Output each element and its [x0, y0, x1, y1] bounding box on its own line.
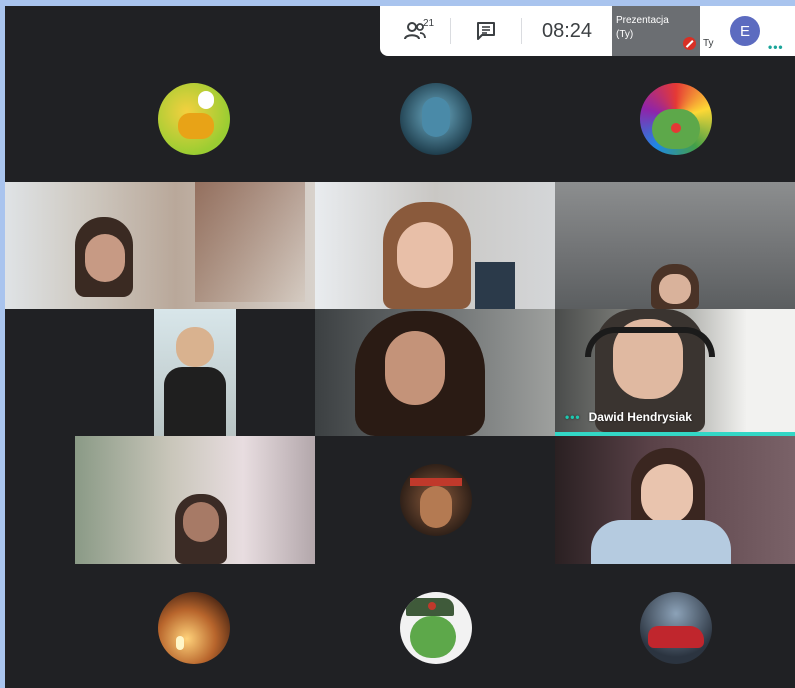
participant-video-tile[interactable] [315, 182, 555, 309]
participant-video-tile[interactable] [555, 182, 795, 309]
participant-name: Dawid Hendrysiak [588, 410, 692, 424]
video-feed [154, 309, 236, 436]
red-car-avatar [640, 592, 712, 664]
blurred-object [195, 182, 305, 302]
participant-face [85, 234, 125, 282]
more-options-icon[interactable]: ••• [768, 40, 784, 54]
participant-face [183, 502, 219, 542]
chat-button[interactable] [451, 6, 521, 56]
participant-video-tile[interactable] [315, 309, 555, 436]
window-left-edge [0, 0, 5, 688]
self-tile[interactable]: Ty E ••• [700, 6, 790, 56]
participant-tile[interactable] [555, 56, 795, 182]
participant-tile[interactable] [315, 436, 555, 564]
presentation-tile[interactable]: Prezentacja (Ty) [612, 6, 700, 56]
candle-figure-avatar [158, 592, 230, 664]
participant-name-badge: ••• Dawid Hendrysiak [565, 410, 692, 424]
meeting-top-bar: 21 08:24 Prezentacja (Ty) Ty E ••• [380, 6, 795, 56]
muted-icon [683, 37, 696, 50]
adventure-time-avatar [158, 83, 230, 155]
participant-video-tile[interactable]: ••• Dawid Hendrysiak [555, 309, 795, 436]
chair [475, 262, 515, 309]
headphones-icon [585, 327, 715, 357]
avatar-movie-avatar [400, 83, 472, 155]
participant-tile[interactable] [315, 564, 555, 688]
participant-face [641, 464, 693, 524]
participant-video-tile[interactable] [5, 182, 315, 309]
clown-pepe-avatar [640, 83, 712, 155]
game-character-avatar [400, 464, 472, 536]
pepe-soldier-avatar [400, 592, 472, 664]
participant-tile[interactable] [75, 564, 315, 688]
participant-video-tile[interactable] [75, 309, 315, 436]
participant-tile[interactable] [75, 56, 315, 182]
participant-video-tile[interactable] [75, 436, 315, 564]
participant-video-tile[interactable] [555, 436, 795, 564]
self-avatar: E [730, 16, 760, 46]
chat-icon [477, 22, 495, 40]
participants-button[interactable]: 21 [380, 6, 450, 56]
speaking-indicator-icon: ••• [565, 410, 581, 424]
participant-tile[interactable] [315, 56, 555, 182]
participants-count: 21 [423, 18, 435, 29]
participant-face [659, 274, 691, 304]
participant-face [397, 222, 453, 288]
presentation-label: Prezentacja [616, 15, 669, 26]
participant-clothing [591, 520, 731, 564]
participant-tile[interactable] [555, 564, 795, 688]
meeting-clock: 08:24 [541, 19, 593, 42]
participant-face [385, 331, 445, 405]
self-label: Ty [703, 38, 714, 49]
